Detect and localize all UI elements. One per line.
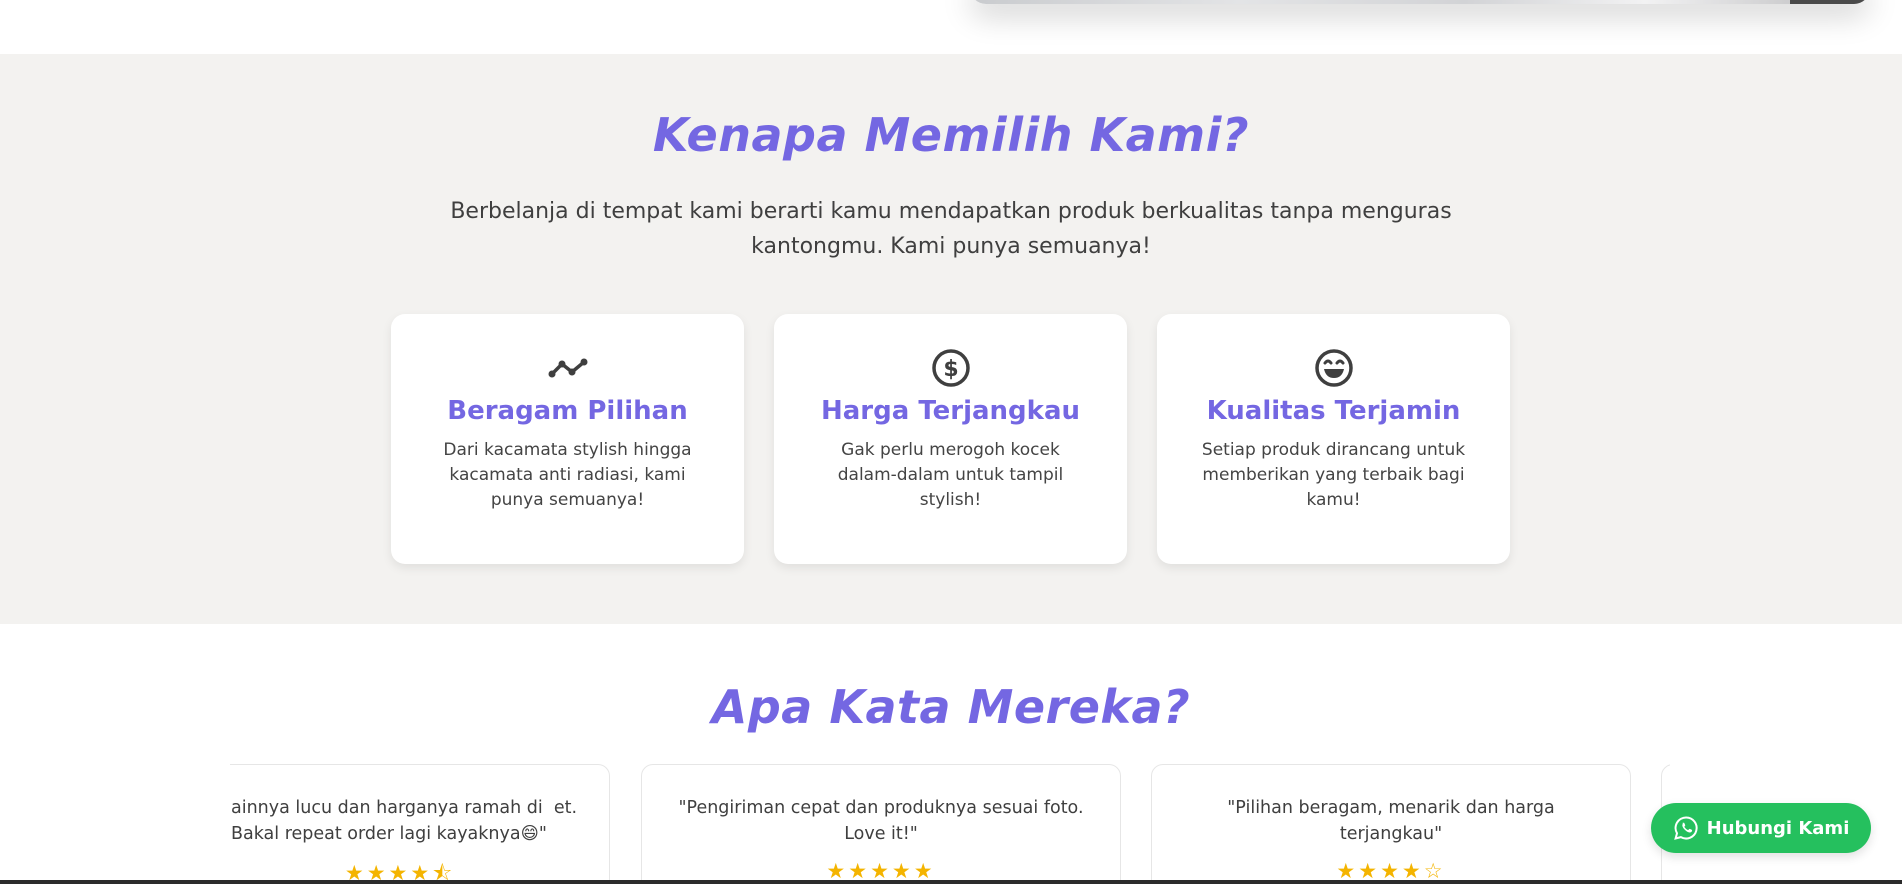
testimonial-quote: "Pengiriman cepat dan produknya sesuai f… xyxy=(678,798,1084,844)
testimonial-card: "Pilihan beragam, menarik dan harga terj… xyxy=(1151,764,1631,884)
feature-text: Dari kacamata stylish hingga kacamata an… xyxy=(443,440,692,510)
testimonial-card: ainnya lucu dan harganya ramah di et. Ba… xyxy=(230,764,610,884)
testimonial-quote: ainnya lucu dan harganya ramah di et. Ba… xyxy=(231,798,578,844)
testimonial-card: "Pengiriman cepat dan produknya sesuai f… xyxy=(641,764,1121,884)
testimonial-carousel[interactable]: ainnya lucu dan harganya ramah di et. Ba… xyxy=(230,764,1670,884)
svg-text:$: $ xyxy=(943,357,958,382)
feature-title: Beragam Pilihan xyxy=(447,396,688,426)
testimonial-quote: "Pilihan beragam, menarik dan harga terj… xyxy=(1227,798,1555,844)
hero-image xyxy=(970,0,1870,4)
feature-title: Kualitas Terjamin xyxy=(1206,396,1461,426)
whatsapp-icon xyxy=(1673,816,1698,840)
feature-text: Gak perlu merogoh kocek dalam-dalam untu… xyxy=(837,440,1064,510)
whatsapp-contact-button[interactable]: Hubungi Kami xyxy=(1651,803,1871,853)
whatsapp-button-label: Hubungi Kami xyxy=(1706,817,1850,839)
viewport-bottom-edge xyxy=(0,880,1902,884)
trend-icon xyxy=(548,358,587,378)
smile-icon xyxy=(1314,349,1353,387)
feature-card-variety: Beragam Pilihan Dari kacamata stylish hi… xyxy=(391,314,744,564)
page: Kenapa Memilih Kami? Berbelanja di tempa… xyxy=(0,0,1902,884)
dollar-icon: $ xyxy=(931,349,970,387)
why-us-section: Kenapa Memilih Kami? Berbelanja di tempa… xyxy=(0,54,1902,624)
feature-title: Harga Terjangkau xyxy=(821,396,1080,426)
why-us-subtitle: Berbelanja di tempat kami berarti kamu m… xyxy=(450,199,1452,259)
feature-text: Setiap produk dirancang untuk memberikan… xyxy=(1201,440,1466,510)
why-us-title: Kenapa Memilih Kami? xyxy=(652,108,1250,162)
feature-card-price: $ Harga Terjangkau Gak perlu merogoh koc… xyxy=(774,314,1127,564)
feature-card-quality: Kualitas Terjamin Setiap produk dirancan… xyxy=(1157,314,1510,564)
testimonials-title: Apa Kata Mereka? xyxy=(711,680,1191,734)
